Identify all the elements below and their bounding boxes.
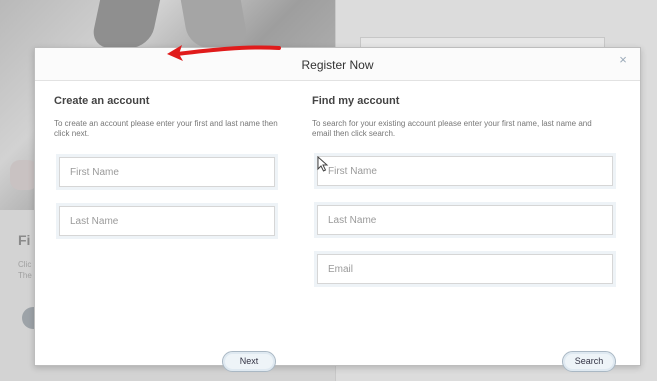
background-text-line: Clic bbox=[18, 260, 32, 269]
annotation-arrow-icon bbox=[167, 45, 281, 61]
modal-header: Register Now × bbox=[35, 48, 640, 81]
next-button[interactable]: Next bbox=[222, 351, 276, 372]
create-account-description: To create an account please enter your f… bbox=[54, 119, 278, 138]
find-account-description: To search for your existing account plea… bbox=[312, 119, 592, 138]
background-heading: Fi bbox=[18, 232, 31, 248]
find-last-name-input[interactable] bbox=[317, 205, 613, 235]
find-account-title: Find my account bbox=[312, 95, 400, 107]
find-email-input[interactable] bbox=[317, 254, 613, 284]
background-text-line: The bbox=[18, 271, 32, 280]
close-icon[interactable]: × bbox=[616, 53, 630, 67]
hero-image-leg bbox=[180, 0, 250, 48]
register-modal: Register Now × Create an account To crea… bbox=[34, 47, 641, 372]
create-last-name-input[interactable] bbox=[59, 206, 275, 236]
search-button[interactable]: Search bbox=[562, 351, 616, 372]
hero-image-leg bbox=[89, 0, 161, 48]
find-first-name-input[interactable] bbox=[317, 156, 613, 186]
mouse-cursor-icon bbox=[317, 156, 329, 172]
create-account-title: Create an account bbox=[54, 95, 150, 107]
create-first-name-input[interactable] bbox=[59, 157, 275, 187]
modal-title: Register Now bbox=[301, 58, 374, 72]
